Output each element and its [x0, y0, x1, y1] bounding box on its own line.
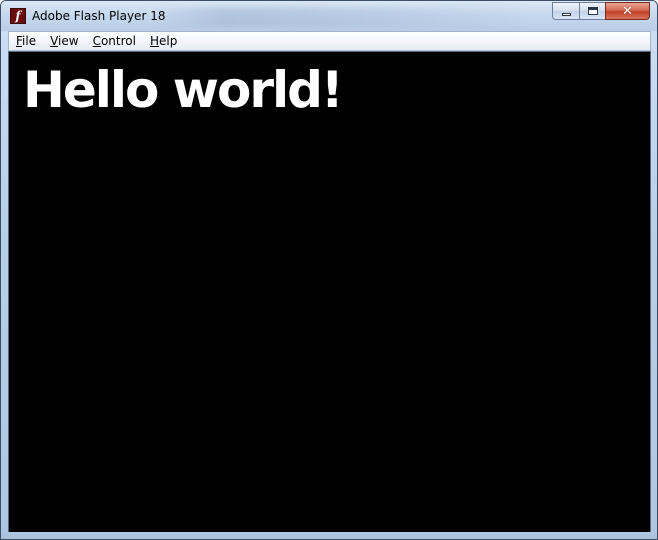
menu-help-mnemonic: H [149, 34, 159, 48]
caption-buttons: ✕ [552, 2, 650, 21]
close-icon: ✕ [622, 3, 633, 19]
menu-view-mnemonic: V [50, 34, 59, 48]
window-title: Adobe Flash Player 18 [32, 9, 166, 23]
menu-control-label: ontrol [100, 34, 136, 48]
minimize-icon [561, 12, 571, 16]
minimize-button[interactable] [552, 2, 579, 20]
menu-bar: File View Control Help [8, 31, 651, 51]
flash-stage[interactable]: Hello world! [8, 51, 651, 533]
stage-hello-text: Hello world! [23, 61, 344, 119]
flash-player-window: f Adobe Flash Player 18 ✕ File View Cont… [0, 0, 658, 540]
window-bottom-border [1, 532, 657, 539]
maximize-icon [587, 7, 598, 15]
close-button[interactable]: ✕ [605, 2, 650, 20]
menu-file-label: ile [22, 34, 37, 48]
maximize-button[interactable] [579, 2, 605, 20]
title-bar-glass-background [151, 7, 531, 27]
menu-file[interactable]: File [9, 32, 43, 50]
menu-help-label: elp [159, 34, 178, 48]
title-bar[interactable]: f Adobe Flash Player 18 ✕ [1, 1, 657, 31]
menu-control-mnemonic: C [92, 34, 101, 48]
menu-control[interactable]: Control [86, 32, 143, 50]
menu-help[interactable]: Help [143, 32, 184, 50]
flash-icon-glyph: f [15, 9, 21, 23]
menu-view-label: iew [58, 34, 79, 48]
menu-view[interactable]: View [43, 32, 85, 50]
flash-icon[interactable]: f [10, 8, 26, 24]
